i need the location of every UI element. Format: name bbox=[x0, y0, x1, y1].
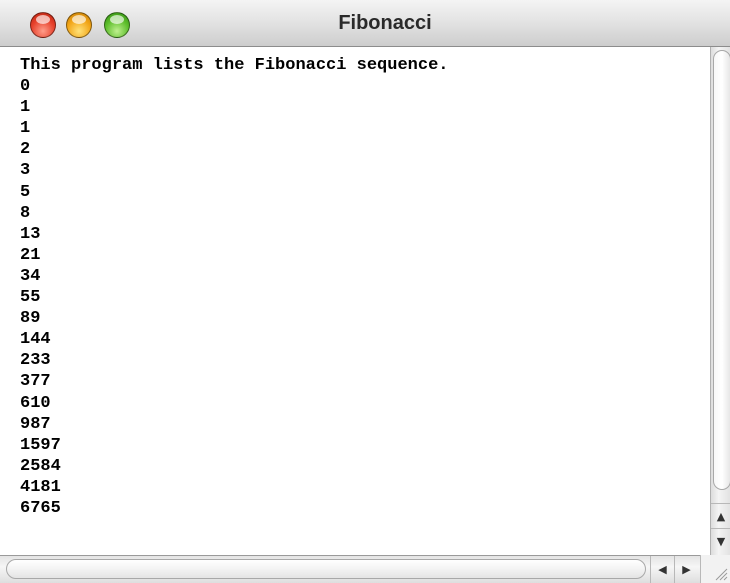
vertical-scroll-thumb[interactable] bbox=[713, 50, 730, 490]
console-text: This program lists the Fibonacci sequenc… bbox=[0, 47, 710, 519]
console-output-line: 1597 bbox=[20, 435, 61, 455]
console-output-line: 233 bbox=[20, 351, 51, 371]
scroll-down-button[interactable]: ▼ bbox=[711, 528, 730, 553]
console-output-area[interactable]: This program lists the Fibonacci sequenc… bbox=[0, 47, 710, 555]
console-output-line: 1 bbox=[20, 119, 31, 139]
vertical-scrollbar[interactable]: ▲ ▼ bbox=[710, 47, 730, 555]
console-output-line: 34 bbox=[20, 266, 41, 286]
resize-grip-icon bbox=[715, 568, 728, 581]
resize-grip[interactable] bbox=[700, 555, 730, 583]
horizontal-scroll-thumb[interactable] bbox=[6, 559, 646, 579]
console-output-line: 2 bbox=[20, 140, 31, 160]
console-output-line: 987 bbox=[20, 414, 51, 434]
console-output-line: 55 bbox=[20, 288, 41, 308]
console-output-line: 0 bbox=[20, 77, 31, 97]
console-output-line: 144 bbox=[20, 330, 51, 350]
console-output-line: 13 bbox=[20, 224, 41, 244]
arrow-up-icon: ▲ bbox=[716, 510, 726, 523]
console-header-line: This program lists the Fibonacci sequenc… bbox=[20, 56, 449, 75]
console-output-line: 89 bbox=[20, 309, 41, 329]
console-output-line: 6765 bbox=[20, 498, 61, 518]
title-bar[interactable]: Fibonacci bbox=[0, 0, 730, 47]
arrow-right-icon: ▶ bbox=[682, 563, 691, 576]
app-window: Fibonacci This program lists the Fibonac… bbox=[0, 0, 730, 583]
window-title: Fibonacci bbox=[338, 12, 432, 34]
console-output-line: 2584 bbox=[20, 456, 61, 476]
console-output-line: 8 bbox=[20, 203, 31, 223]
horizontal-scrollbar[interactable]: ◀ ▶ bbox=[0, 555, 730, 583]
scroll-left-button[interactable]: ◀ bbox=[650, 556, 674, 583]
console-output-line: 5 bbox=[20, 182, 31, 202]
arrow-left-icon: ◀ bbox=[658, 563, 667, 576]
console-output-line: 3 bbox=[20, 161, 31, 181]
console-output-line: 1 bbox=[20, 98, 31, 118]
arrow-down-icon: ▼ bbox=[716, 535, 726, 548]
console-output-line: 610 bbox=[20, 393, 51, 413]
scroll-up-button[interactable]: ▲ bbox=[711, 503, 730, 528]
console-output-line: 4181 bbox=[20, 477, 61, 497]
console-output-line: 21 bbox=[20, 245, 41, 265]
scroll-right-button[interactable]: ▶ bbox=[674, 556, 698, 583]
console-output-line: 377 bbox=[20, 372, 51, 392]
